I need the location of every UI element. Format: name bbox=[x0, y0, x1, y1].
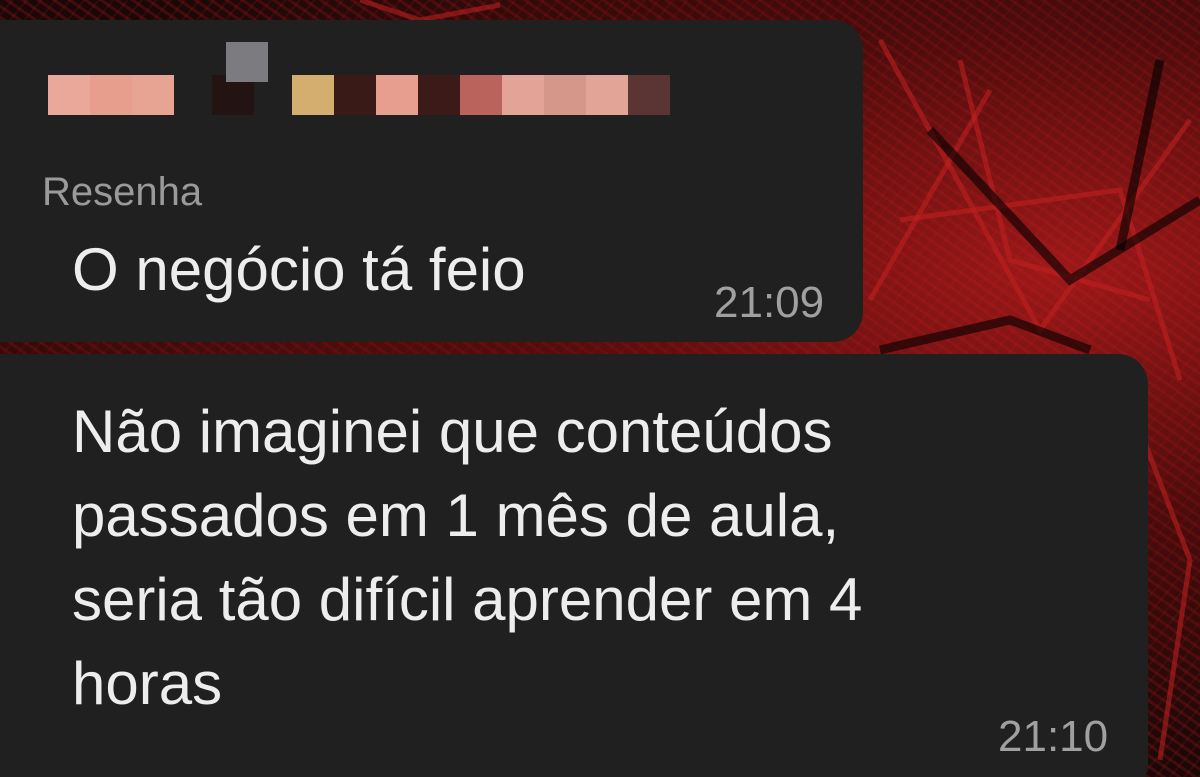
message-timestamp: 21:09 bbox=[714, 278, 825, 327]
redaction-pixel bbox=[544, 75, 586, 115]
redaction-pixel bbox=[376, 75, 418, 115]
redaction-pixel bbox=[90, 75, 132, 115]
redaction-pixel bbox=[48, 75, 90, 115]
redaction-pixel bbox=[334, 75, 376, 115]
redaction-pixel bbox=[586, 75, 628, 115]
redaction-pixel bbox=[174, 75, 212, 115]
redaction-pixel bbox=[292, 75, 334, 115]
sender-status: Resenha bbox=[42, 170, 203, 214]
redaction-pixel bbox=[132, 75, 174, 115]
message-text: Não imaginei que conteúdos passados em 1… bbox=[72, 398, 863, 717]
redaction-pixel bbox=[502, 75, 544, 115]
sender-name-redacted bbox=[0, 42, 670, 130]
redaction-pixel bbox=[628, 75, 670, 115]
redaction-pixel bbox=[418, 75, 460, 115]
message-text: O negócio tá feio bbox=[72, 236, 526, 303]
message-timestamp: 21:10 bbox=[998, 712, 1109, 761]
redaction-pixel bbox=[226, 42, 268, 82]
redaction-pixel bbox=[460, 75, 502, 115]
